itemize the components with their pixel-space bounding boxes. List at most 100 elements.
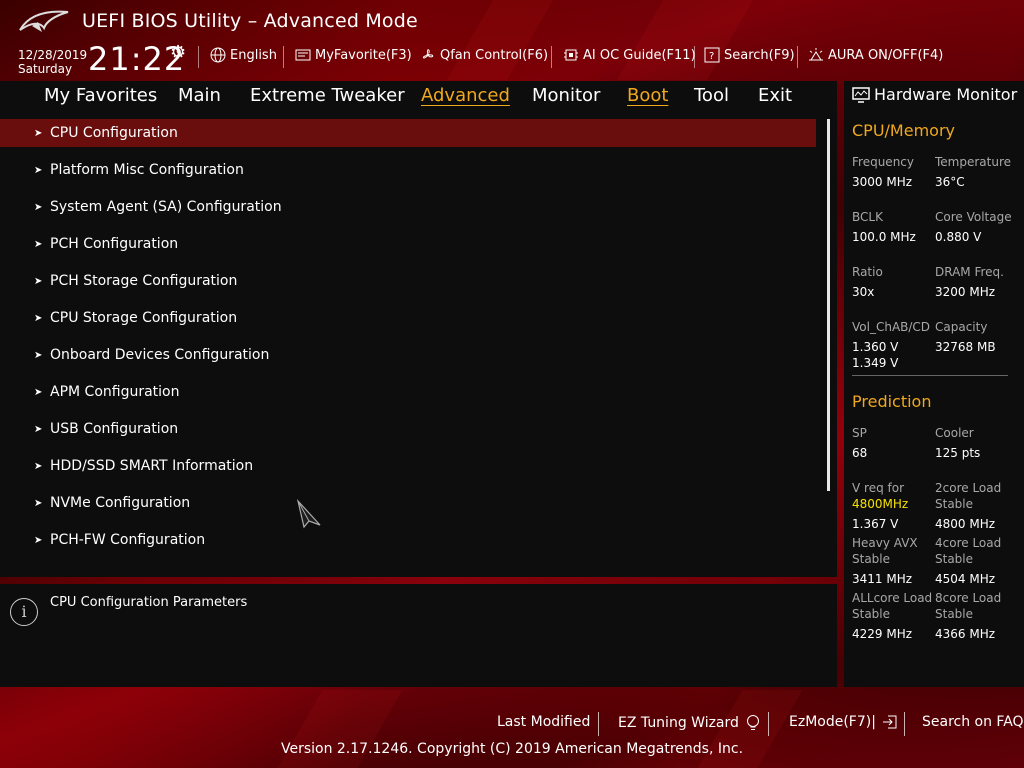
temperature-value: 36°C <box>935 175 965 189</box>
menu-item-onboard-devices[interactable]: ➤ Onboard Devices Configuration <box>0 341 816 369</box>
ezmode-button[interactable]: EzMode(F7)| <box>789 714 898 730</box>
menu-item-label: PCH Configuration <box>50 236 179 252</box>
menu-item-pch-storage[interactable]: ➤ PCH Storage Configuration <box>0 267 816 295</box>
ez-tuning-wizard-button[interactable]: EZ Tuning Wizard <box>618 714 761 732</box>
arrow-right-icon: ➤ <box>34 534 43 546</box>
hardware-monitor-panel: Hardware Monitor CPU/Memory Frequency 30… <box>844 81 1024 687</box>
menu-item-label: PCH-FW Configuration <box>50 532 206 548</box>
ai-oc-guide-label: AI OC Guide(F11) <box>583 47 696 63</box>
arrow-right-icon: ➤ <box>34 164 43 176</box>
vreq-frequency: 4800MHz <box>852 497 909 511</box>
menu-item-pch-fw[interactable]: ➤ PCH-FW Configuration <box>0 526 816 554</box>
frequency-value: 3000 MHz <box>852 175 913 189</box>
tab-extreme-tweaker[interactable]: Extreme Tweaker <box>250 85 405 106</box>
tab-my-favorites[interactable]: My Favorites <box>44 85 157 106</box>
menu-item-label: USB Configuration <box>50 421 179 437</box>
menu-item-apm[interactable]: ➤ APM Configuration <box>0 378 816 406</box>
fan-icon <box>422 49 434 59</box>
capacity-value: 32768 MB <box>935 340 996 354</box>
core-voltage-value: 0.880 V <box>935 230 982 244</box>
divider <box>797 46 798 68</box>
arrow-right-icon: ➤ <box>34 349 43 361</box>
language-button[interactable]: English <box>210 47 277 63</box>
menu-item-label: Platform Misc Configuration <box>50 162 244 178</box>
sp-label: SP <box>852 426 867 440</box>
ratio-value: 30x <box>852 285 875 299</box>
last-modified-label: Last Modified <box>497 714 591 730</box>
gear-icon[interactable]: ⚙ <box>170 42 186 63</box>
heavy-avx-label: Heavy AVX <box>852 536 918 550</box>
tab-boot[interactable]: Boot <box>627 85 668 106</box>
core2-value: 4800 MHz <box>935 517 996 531</box>
cooler-label: Cooler <box>935 426 974 440</box>
menu-item-cpu-storage[interactable]: ➤ CPU Storage Configuration <box>0 304 816 332</box>
allcore-load-label: ALLcore Load <box>852 591 933 605</box>
menu-item-label: System Agent (SA) Configuration <box>50 199 282 215</box>
divider <box>694 46 695 68</box>
allcore-stable-label: Stable <box>852 607 891 621</box>
tab-advanced[interactable]: Advanced <box>421 85 510 106</box>
menu-item-system-agent[interactable]: ➤ System Agent (SA) Configuration <box>0 193 816 221</box>
language-label: English <box>230 47 277 63</box>
arrow-right-icon: ➤ <box>34 312 43 324</box>
arrow-right-icon: ➤ <box>34 386 43 398</box>
temperature-label: Temperature <box>935 155 1012 169</box>
info-icon: i <box>10 598 38 626</box>
ai-oc-guide-button[interactable]: AI OC Guide(F11) <box>563 47 696 63</box>
prediction-heading: Prediction <box>852 392 932 411</box>
tab-tool[interactable]: Tool <box>694 85 729 106</box>
footer-bar: Last Modified EZ Tuning Wizard EzMode(F7… <box>0 700 1024 768</box>
menu-item-platform-misc[interactable]: ➤ Platform Misc Configuration <box>0 156 816 184</box>
globe-icon <box>210 47 226 63</box>
cooler-value: 125 pts <box>935 446 981 460</box>
arrow-right-icon: ➤ <box>34 460 43 472</box>
menu-item-hdd-smart[interactable]: ➤ HDD/SSD SMART Information <box>0 452 816 480</box>
myfavorite-button[interactable]: MyFavorite(F3) <box>295 47 412 63</box>
help-text: CPU Configuration Parameters <box>50 595 248 610</box>
heavy-avx-value: 3411 MHz <box>852 572 913 586</box>
vreq-label: V req for <box>852 481 905 495</box>
list-scrollbar[interactable] <box>827 119 830 491</box>
menu-item-label: HDD/SSD SMART Information <box>50 458 254 474</box>
version-text: Version 2.17.1246. Copyright (C) 2019 Am… <box>280 741 744 757</box>
svg-text:?: ? <box>709 51 714 62</box>
menu-item-nvme[interactable]: ➤ NVMe Configuration <box>0 489 816 517</box>
aura-toggle-button[interactable]: AURA ON/OFF(F4) <box>808 47 943 63</box>
vol-chab-value: 1.360 V <box>852 340 899 354</box>
last-modified-button[interactable]: Last Modified <box>497 714 590 730</box>
tab-exit[interactable]: Exit <box>758 85 792 106</box>
sp-value: 68 <box>852 446 868 460</box>
qfan-control-button[interactable]: Qfan Control(F6) <box>420 47 548 63</box>
menu-item-label: NVMe Configuration <box>50 495 191 511</box>
header-bar: UEFI BIOS Utility – Advanced Mode 12/28/… <box>0 0 1024 80</box>
aura-label: AURA ON/OFF(F4) <box>828 47 944 63</box>
allcore-value: 4229 MHz <box>852 627 913 641</box>
search-faq-button[interactable]: Search on FAQ <box>922 714 1024 730</box>
vol-chcd-value: 1.349 V <box>852 356 899 370</box>
menu-item-cpu-configuration[interactable]: ➤ CPU Configuration <box>0 119 816 147</box>
core4-value: 4504 MHz <box>935 572 996 586</box>
search-icon: ? <box>704 47 720 63</box>
dram-freq-label: DRAM Freq. <box>935 265 1004 279</box>
menu-item-label: PCH Storage Configuration <box>50 273 238 289</box>
tab-monitor[interactable]: Monitor <box>532 85 600 106</box>
divider <box>904 712 905 736</box>
divider <box>283 46 284 68</box>
capacity-label: Capacity <box>935 320 988 334</box>
arrow-right-icon: ➤ <box>34 238 43 250</box>
menu-item-label: CPU Storage Configuration <box>50 310 238 326</box>
menu-item-pch[interactable]: ➤ PCH Configuration <box>0 230 816 258</box>
exit-arrow-icon <box>882 715 897 729</box>
hardware-monitor-title-text: Hardware Monitor <box>874 85 1018 104</box>
hardware-monitor-title: Hardware Monitor <box>852 85 1017 104</box>
dram-freq-value: 3200 MHz <box>935 285 996 299</box>
menu-item-usb[interactable]: ➤ USB Configuration <box>0 415 816 443</box>
arrow-right-icon: ➤ <box>34 423 43 435</box>
search-button[interactable]: ? Search(F9) <box>704 47 795 63</box>
tab-main[interactable]: Main <box>178 85 221 106</box>
aura-icon <box>809 48 823 61</box>
core8-load-label: 8core Load <box>935 591 1002 605</box>
frequency-label: Frequency <box>852 155 914 169</box>
divider <box>198 46 199 68</box>
menu-item-label: APM Configuration <box>50 384 180 400</box>
